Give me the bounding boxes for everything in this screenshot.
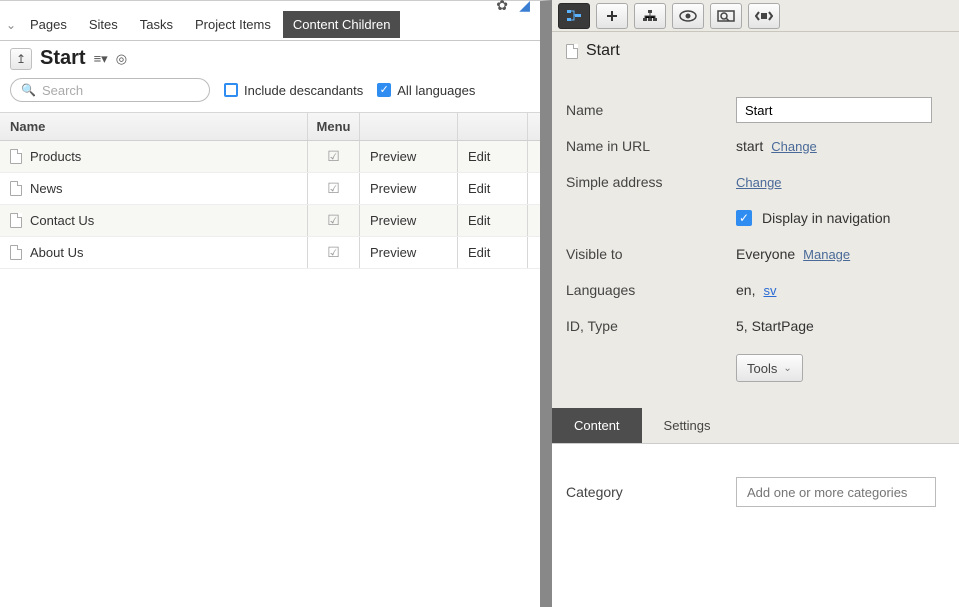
checkbox-checked-icon <box>736 210 752 226</box>
tab-content-children[interactable]: Content Children <box>283 11 401 38</box>
checkbox-unchecked-icon <box>224 83 238 97</box>
left-settings-bar: ✿ ◢ <box>0 1 540 9</box>
list-menu-icon[interactable]: ≡▾ <box>94 51 108 67</box>
label-simple-address: Simple address <box>566 174 726 190</box>
search-icon: 🔍 <box>21 83 36 97</box>
edit-link[interactable]: Edit <box>468 213 490 228</box>
include-descendants-label: Include descandants <box>244 83 363 98</box>
search-input[interactable] <box>42 83 218 98</box>
tab-settings[interactable]: Settings <box>642 408 733 443</box>
page-icon <box>10 245 22 260</box>
col-edit-header <box>458 113 528 140</box>
category-input[interactable] <box>736 477 936 507</box>
row-name: Products <box>30 149 81 164</box>
search-row: 🔍 Include descandants All languages <box>0 78 540 112</box>
menu-checked-icon: ☑ <box>327 148 340 165</box>
label-visible-to: Visible to <box>566 246 726 262</box>
col-menu-header[interactable]: Menu <box>308 113 360 140</box>
table-row[interactable]: Contact Us ☑ Preview Edit <box>0 205 540 237</box>
value-name-in-url: start <box>736 138 763 154</box>
search-box: 🔍 <box>10 78 210 102</box>
tab-tasks[interactable]: Tasks <box>130 11 183 38</box>
sitemap-button[interactable] <box>634 3 666 29</box>
properties-panel: Name Name in URL start Change Simple add… <box>552 66 959 398</box>
value-lang-en: en, <box>736 282 755 298</box>
left-tabs: ⌄ Pages Sites Tasks Project Items Conten… <box>0 9 540 41</box>
change-simple-address-link[interactable]: Change <box>736 175 782 190</box>
display-in-nav-label: Display in navigation <box>762 210 890 226</box>
label-languages: Languages <box>566 282 726 298</box>
edit-link[interactable]: Edit <box>468 149 490 164</box>
value-visible-to: Everyone <box>736 246 795 262</box>
preview-link[interactable]: Preview <box>370 245 416 260</box>
right-page-title: Start <box>586 42 620 60</box>
row-name: About Us <box>30 245 83 260</box>
all-languages-label: All languages <box>397 83 475 98</box>
preview-link[interactable]: Preview <box>370 181 416 196</box>
left-pane: ✿ ◢ ⌄ Pages Sites Tasks Project Items Co… <box>0 0 552 607</box>
tools-dropdown[interactable]: Tools ⌄ <box>736 354 803 382</box>
right-title-row: Start <box>552 32 959 66</box>
right-toolbar <box>552 0 959 32</box>
compare-button[interactable] <box>710 3 742 29</box>
right-pane: Start Name Name in URL start Change Simp… <box>552 0 959 607</box>
row-name: News <box>30 181 63 196</box>
include-descendants-checkbox[interactable]: Include descandants <box>224 83 363 98</box>
page-icon <box>10 181 22 196</box>
tools-label: Tools <box>747 361 777 376</box>
value-id-type: 5, StartPage <box>736 318 814 334</box>
page-title: Start <box>40 47 86 70</box>
display-in-nav-checkbox[interactable]: Display in navigation <box>736 210 890 226</box>
menu-checked-icon: ☑ <box>327 212 340 229</box>
label-name: Name <box>566 102 726 118</box>
edit-link[interactable]: Edit <box>468 181 490 196</box>
tree-button[interactable] <box>558 3 590 29</box>
row-name: Contact Us <box>30 213 94 228</box>
tab-pages[interactable]: Pages <box>20 11 77 38</box>
content-table: Name Menu Products ☑ Preview Edit News ☑… <box>0 112 540 607</box>
label-id-type: ID, Type <box>566 318 726 334</box>
tab-project-items[interactable]: Project Items <box>185 11 281 38</box>
content-tabs: Content Settings <box>552 408 959 444</box>
label-name-in-url: Name in URL <box>566 138 726 154</box>
preview-link[interactable]: Preview <box>370 149 416 164</box>
manage-link[interactable]: Manage <box>803 247 850 262</box>
content-body: Category <box>552 444 959 607</box>
table-row[interactable]: Products ☑ Preview Edit <box>0 141 540 173</box>
expand-button[interactable] <box>748 3 780 29</box>
tab-sites[interactable]: Sites <box>79 11 128 38</box>
lang-sv-link[interactable]: sv <box>763 283 776 298</box>
name-input[interactable] <box>736 97 932 123</box>
chevron-down-icon[interactable]: ⌄ <box>4 18 18 32</box>
preview-button[interactable] <box>672 3 704 29</box>
page-icon <box>10 149 22 164</box>
change-url-link[interactable]: Change <box>771 139 817 154</box>
col-name-header[interactable]: Name <box>0 113 308 140</box>
chevron-down-icon: ⌄ <box>783 363 791 374</box>
pin-icon[interactable]: ◢ <box>519 0 530 14</box>
page-icon <box>566 44 578 59</box>
label-category: Category <box>566 484 726 500</box>
table-row[interactable]: News ☑ Preview Edit <box>0 173 540 205</box>
checkbox-checked-icon <box>377 83 391 97</box>
up-button[interactable]: ↥ <box>10 48 32 70</box>
page-icon <box>10 213 22 228</box>
preview-link[interactable]: Preview <box>370 213 416 228</box>
gear-icon[interactable]: ✿ <box>496 0 508 14</box>
edit-link[interactable]: Edit <box>468 245 490 260</box>
col-preview-header <box>360 113 458 140</box>
table-header: Name Menu <box>0 113 540 141</box>
target-icon[interactable]: ◎ <box>116 51 127 67</box>
add-button[interactable] <box>596 3 628 29</box>
tab-content[interactable]: Content <box>552 408 642 443</box>
menu-checked-icon: ☑ <box>327 180 340 197</box>
table-row[interactable]: About Us ☑ Preview Edit <box>0 237 540 269</box>
title-row: ↥ Start ≡▾ ◎ <box>0 41 540 78</box>
menu-checked-icon: ☑ <box>327 244 340 261</box>
all-languages-checkbox[interactable]: All languages <box>377 83 475 98</box>
